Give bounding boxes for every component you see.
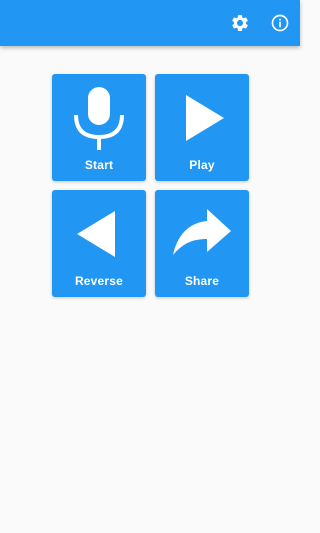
reverse-icon xyxy=(77,211,115,257)
reverse-button[interactable]: Reverse xyxy=(52,190,146,297)
share-label: Share xyxy=(184,274,220,288)
play-button[interactable]: Play xyxy=(155,74,249,181)
info-button[interactable] xyxy=(268,11,292,35)
action-grid: Start Play Reverse Share xyxy=(52,74,249,297)
share-button[interactable]: Share xyxy=(155,190,249,297)
play-label: Play xyxy=(189,158,215,172)
start-button[interactable]: Start xyxy=(52,74,146,181)
play-icon xyxy=(186,95,224,141)
start-label: Start xyxy=(84,158,114,172)
app-bar xyxy=(0,0,300,46)
gear-icon xyxy=(232,14,248,31)
reverse-label: Reverse xyxy=(74,274,124,288)
info-icon xyxy=(271,14,289,32)
share-icon xyxy=(173,209,231,255)
settings-button[interactable] xyxy=(228,11,252,35)
microphone-icon xyxy=(74,87,124,150)
